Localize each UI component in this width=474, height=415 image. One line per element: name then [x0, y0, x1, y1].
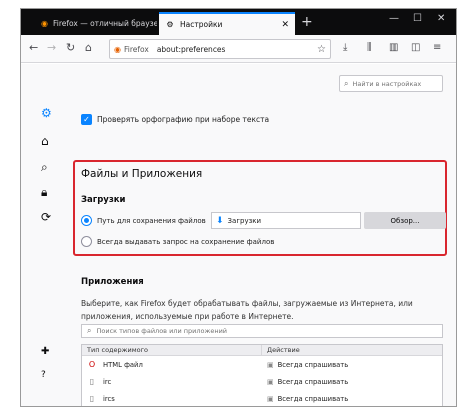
minimize-button[interactable]: — [389, 13, 399, 24]
applications-heading: Приложения [81, 277, 144, 287]
save-path-radio[interactable] [81, 215, 92, 226]
search-icon: ⌕ [87, 326, 92, 335]
reader-icon[interactable]: ◫ [411, 42, 420, 53]
ask-icon: ▣ [267, 360, 274, 369]
gear-icon: ⚙ [166, 20, 174, 29]
tab-firefox-home[interactable]: ◉ Firefox — отличный браузер д ✕ [35, 12, 157, 35]
ask-icon: ▣ [267, 394, 274, 403]
table-row[interactable]: ▯ irc ▣ Всегда спрашивать [82, 373, 442, 390]
gear-icon[interactable]: ⚙ [41, 106, 52, 120]
preferences-page: ⌕ Найти в настройках ⚙ ⌂ ⌕ 🔒︎ ⟳ ✚ ? ✓ Пр… [21, 64, 456, 406]
section-title-files-apps: Файлы и Приложения [81, 168, 203, 180]
table-row[interactable]: ▯ ircs ▣ Всегда спрашивать [82, 390, 442, 406]
action-value[interactable]: Всегда спрашивать [278, 395, 349, 403]
browser-window: ◉ Firefox — отличный браузер д ✕ ⚙ Настр… [20, 8, 457, 407]
nav-bar: ← → ↻ ⌂ ◉ Firefox about:preferences ☆ ⤓ … [21, 35, 456, 63]
sync-icon[interactable]: ⟳ [41, 210, 51, 224]
tab-settings[interactable]: ⚙ Настройки ✕ [159, 12, 295, 35]
download-icon[interactable]: ⤓ [343, 42, 347, 53]
action-value[interactable]: Всегда спрашивать [278, 361, 349, 369]
tab-label: Firefox — отличный браузер д [52, 19, 157, 28]
url-bar[interactable]: ◉ Firefox about:preferences ☆ [109, 39, 331, 59]
help-icon[interactable]: ? [41, 370, 46, 380]
action-value[interactable]: Всегда спрашивать [278, 378, 349, 386]
table-row[interactable]: O HTML файл ▣ Всегда спрашивать [82, 356, 442, 373]
preferences-search-input[interactable]: ⌕ Найти в настройках [339, 75, 443, 92]
opera-icon: O [88, 360, 96, 369]
file-icon: ▯ [89, 394, 95, 403]
download-folder-field: ⬇ Загрузки [211, 212, 361, 229]
close-window-button[interactable]: ✕ [437, 13, 445, 24]
library-icon[interactable]: ⫼ [367, 42, 372, 53]
search-placeholder: Найти в настройках [352, 79, 422, 88]
back-icon[interactable]: ← [29, 41, 38, 54]
downloads-heading: Загрузки [81, 195, 126, 205]
applications-table: Тип содержимого Действие O HTML файл ▣ Все… [81, 344, 443, 406]
firefox-icon: ◉ [114, 44, 121, 54]
lock-icon[interactable]: 🔒︎ [41, 185, 47, 200]
content-type: irc [103, 377, 112, 386]
firefox-icon: ◉ [41, 19, 48, 28]
content-type: HTML файл [103, 360, 143, 369]
tab-bar: ◉ Firefox — отличный браузер д ✕ ⚙ Настр… [21, 9, 456, 35]
always-ask-label: Всегда выдавать запрос на сохранение фай… [97, 237, 275, 246]
new-tab-button[interactable]: + [301, 14, 313, 30]
always-ask-option[interactable]: Всегда выдавать запрос на сохранение фай… [81, 236, 274, 247]
extensions-icon[interactable]: ✚ [41, 346, 49, 357]
download-folder-name: Загрузки [227, 216, 262, 225]
tab-label: Настройки [180, 20, 223, 29]
maximize-button[interactable]: ☐ [413, 13, 422, 24]
forward-icon[interactable]: → [47, 41, 56, 54]
applications-description: Выберите, как Firefox будет обрабатывать… [81, 299, 413, 321]
close-icon[interactable]: ✕ [281, 20, 289, 30]
save-path-option[interactable]: Путь для сохранения файлов [81, 215, 206, 226]
download-arrow-icon: ⬇ [216, 215, 224, 226]
home-icon[interactable]: ⌂ [85, 41, 92, 54]
applications-search-placeholder: Поиск типов файлов или приложений [96, 327, 228, 335]
search-icon[interactable]: ⌕ [41, 160, 48, 175]
sidebar-icon[interactable]: ▥ [389, 42, 398, 53]
spellcheck-checkbox[interactable]: ✓ [81, 114, 92, 125]
column-action[interactable]: Действие [262, 345, 300, 355]
star-icon[interactable]: ☆ [317, 44, 326, 55]
always-ask-radio[interactable] [81, 236, 92, 247]
url-text: about:preferences [156, 44, 226, 54]
menu-icon[interactable]: ≡ [433, 42, 441, 53]
spellcheck-option[interactable]: ✓ Проверять орфографию при наборе текста [81, 114, 269, 125]
column-content-type[interactable]: Тип содержимого [82, 345, 262, 355]
content-type: ircs [103, 394, 115, 403]
reload-icon[interactable]: ↻ [66, 41, 75, 54]
ask-icon: ▣ [267, 377, 274, 386]
browse-button[interactable]: Обзор... [364, 212, 446, 229]
file-icon: ▯ [89, 377, 95, 386]
home-icon[interactable]: ⌂ [41, 134, 49, 148]
identity-label: Firefox [123, 44, 149, 54]
search-icon: ⌕ [344, 78, 349, 88]
table-header: Тип содержимого Действие [82, 345, 442, 356]
save-path-label: Путь для сохранения файлов [97, 216, 206, 225]
applications-search-input[interactable]: ⌕ Поиск типов файлов или приложений [81, 324, 443, 338]
spellcheck-label: Проверять орфографию при наборе текста [97, 115, 270, 124]
